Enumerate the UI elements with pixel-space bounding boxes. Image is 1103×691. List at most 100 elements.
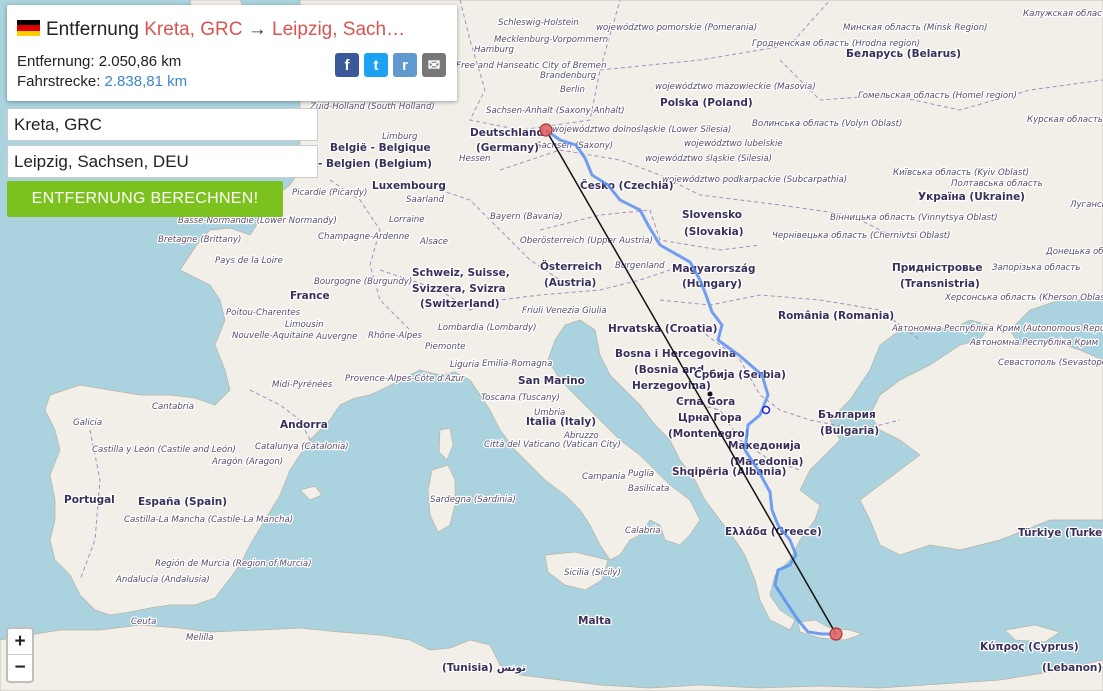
map[interactable]: Schleswig-Holstein Mecklenburg-Vorpommer… [0,0,1103,691]
svg-text:Київська область (Kyiv Oblast): Київська область (Kyiv Oblast) [893,168,1029,178]
marker-leipzig[interactable] [539,123,553,137]
svg-text:Sardegna (Sardinia): Sardegna (Sardinia) [430,495,516,505]
svg-text:Liguria: Liguria [450,360,479,370]
email-icon: ✉ [427,57,441,74]
svg-text:Cantabria: Cantabria [152,402,194,412]
twitter-icon: t [373,56,379,74]
svg-text:(Austria): (Austria) [544,277,596,289]
svg-text:- Belgien (Belgium): - Belgien (Belgium) [318,158,432,170]
svg-text:Калужская область: Калужская область [1023,9,1103,19]
email-share-button[interactable]: ✉ [422,53,446,77]
svg-text:(Lebanon): (Lebanon) [1042,662,1102,674]
svg-text:San Marino: San Marino [518,375,585,387]
svg-text:Calabria: Calabria [625,526,661,536]
destination-input[interactable]: Leipzig, Sachsen, DEU [7,145,318,178]
title-from[interactable]: Kreta, GRC [144,19,242,40]
arrow-right-icon: → [247,19,267,40]
zoom-out-button[interactable]: − [8,655,32,681]
svg-text:(Slovakia): (Slovakia) [684,226,744,238]
svg-text:Автономна Республіка Крим: Автономна Республіка Крим [969,338,1099,348]
svg-text:Österreich: Österreich [540,259,602,273]
svg-text:województwo lubelskie: województwo lubelskie [684,138,783,149]
zoom-control: + − [6,627,34,683]
svg-text:Basilicata: Basilicata [628,484,669,494]
svg-text:Lorraine: Lorraine [389,215,425,225]
svg-text:województwo dolnośląskie (Lowe: województwo dolnośląskie (Lower Silesia) [552,124,731,135]
svg-text:Toscana (Tuscany): Toscana (Tuscany) [481,393,560,403]
driving-label: Fahrstrecke: [17,73,101,90]
svg-text:Picardie (Picardy): Picardie (Picardy) [292,188,367,198]
svg-text:Pays de la Loire: Pays de la Loire [215,256,283,266]
facebook-share-button[interactable]: f [335,53,359,77]
calculate-distance-button[interactable]: ENTFERNUNG BERECHNEN! [7,181,283,217]
marker-crete[interactable] [829,627,843,641]
svg-text:Севастополь (Sevastopol): Севастополь (Sevastopol) [998,358,1103,368]
svg-text:Ceuta: Ceuta [131,617,156,627]
zoom-in-button[interactable]: + [8,629,32,655]
svg-text:Midi-Pyrénées: Midi-Pyrénées [272,379,333,390]
card-title: Entfernung Kreta, GRC → Leipzig, Sach… [17,19,405,41]
svg-text:Magyarország: Magyarország [672,263,756,275]
svg-text:(Transnistria): (Transnistria) [900,278,980,290]
svg-text:Portugal: Portugal [64,494,115,506]
svg-text:Shqipëria (Albania): Shqipëria (Albania) [672,466,786,478]
svg-text:Волинська область (Volyn Oblas: Волинська область (Volyn Oblast) [752,119,902,129]
svg-text:Минская область (Minsk Region): Минская область (Minsk Region) [843,23,988,33]
svg-text:Вінницька область (Vinnytsya O: Вінницька область (Vinnytsya Oblast) [830,213,998,223]
svg-text:Castilla-La Mancha (Castile-La: Castilla-La Mancha (Castile-La Mancha) [124,515,293,525]
svg-text:Bourgogne (Burgundy): Bourgogne (Burgundy) [314,277,412,287]
svg-text:Malta: Malta [578,615,611,627]
svg-text:Melilla: Melilla [186,633,214,643]
svg-text:Luxembourg: Luxembourg [372,180,446,192]
svg-text:Champagne-Ardenne: Champagne-Ardenne [318,232,409,242]
facebook-icon: f [344,56,350,74]
origin-input[interactable]: Kreta, GRC [7,108,318,141]
svg-text:Херсонська область (Kherson Ob: Херсонська область (Kherson Oblast) [944,293,1103,303]
svg-text:Schweiz, Suisse,: Schweiz, Suisse, [412,267,510,279]
driving-stat: Fahrstrecke: 2.838,81 km [17,73,187,90]
svg-text:Alsace: Alsace [419,237,448,247]
svg-text:Беларусь (Belarus): Беларусь (Belarus) [846,48,961,60]
driving-value[interactable]: 2.838,81 km [105,73,188,90]
svg-text:Free and Hanseatic City of Bre: Free and Hanseatic City of Bremen [456,61,607,71]
svg-text:Rhône-Alpes: Rhône-Alpes [368,330,423,341]
map-canvas[interactable]: Schleswig-Holstein Mecklenburg-Vorpommer… [0,0,1103,691]
svg-text:Nouvelle-Aquitaine: Nouvelle-Aquitaine [232,331,314,341]
route-waypoint [761,405,771,415]
svg-text:Bretagne (Brittany): Bretagne (Brittany) [158,235,241,245]
svg-text:Чернівецька область (Chernivts: Чернівецька область (Chernivtsi Oblast) [772,231,951,241]
svg-text:Hessen: Hessen [459,154,490,164]
title-to[interactable]: Leipzig, Sach… [272,19,405,40]
svg-text:Auvergne: Auvergne [315,332,357,342]
svg-text:Придністровье: Придністровье [892,262,982,274]
twitter-share-button[interactable]: t [364,53,388,77]
svg-text:България: България [818,409,876,421]
svg-text:Berlin: Berlin [560,85,585,95]
distance-stat: Entfernung: 2.050,86 km [17,53,181,70]
svg-text:Schleswig-Holstein: Schleswig-Holstein [498,18,579,28]
svg-text:Svizzera, Svizra: Svizzera, Svizra [412,283,506,295]
svg-text:Курская область: Курская область [1027,115,1103,125]
svg-text:Україна (Ukraine): Україна (Ukraine) [918,191,1025,203]
svg-text:województwo pomorskie (Pomeran: województwo pomorskie (Pomerania) [596,22,757,33]
svg-text:(Bulgaria): (Bulgaria) [820,425,879,437]
svg-text:(Switzerland): (Switzerland) [420,298,500,310]
svg-text:Piemonte: Piemonte [425,342,466,352]
svg-text:Sicilia (Sicily): Sicilia (Sicily) [564,568,621,578]
svg-text:Brandenburg: Brandenburg [540,71,597,81]
svg-text:Česko (Czechia): Česko (Czechia) [580,179,674,192]
route-waypoint-dot [707,391,713,397]
svg-text:Saarland: Saarland [406,195,445,205]
svg-text:województwo podkarpackie (Subc: województwo podkarpackie (Subcarpathia) [662,174,847,185]
distance-label: Entfernung: [17,53,95,70]
svg-text:Galicia: Galicia [73,418,102,428]
svg-text:Aragón (Aragon): Aragón (Aragon) [211,456,283,467]
svg-text:România (Romania): România (Romania) [778,310,894,322]
svg-text:Herzegovina): Herzegovina) [632,380,711,392]
svg-text:Bayern (Bavaria): Bayern (Bavaria) [490,212,563,222]
reddit-share-button[interactable]: r [393,53,417,77]
svg-text:Andalucía (Andalusia): Andalucía (Andalusia) [115,575,210,585]
svg-text:Deutschland: Deutschland [470,127,544,139]
reddit-icon: r [402,56,408,74]
svg-text:Slovensko: Slovensko [682,209,742,221]
